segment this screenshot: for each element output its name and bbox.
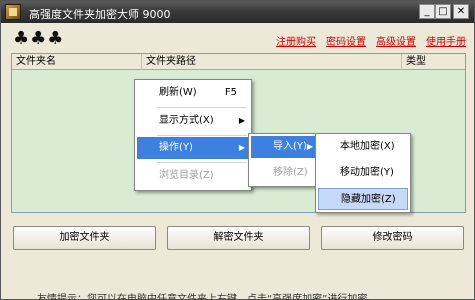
menu-item-hidden-encrypt-label: 隐藏加密(Z): [341, 194, 396, 205]
menu-item-refresh[interactable]: 刷新(W) F5: [137, 82, 249, 104]
menu-item-display-mode-label: 显示方式(X): [159, 115, 214, 126]
column-folder-name[interactable]: 文件夹名: [12, 54, 142, 70]
menu-item-mobile-encrypt-label: 移动加密(Y): [340, 167, 394, 178]
column-type[interactable]: 类型: [402, 54, 465, 70]
toolbar: ♣♣♣ 注册购买 密码设置 高级设置 使用手册: [1, 23, 474, 53]
menu-item-operation-label: 操作(Y): [159, 142, 193, 153]
import-submenu: 本地加密(X) 移动加密(Y) 隐藏加密(Z): [315, 133, 411, 213]
user-manual-link[interactable]: 使用手册: [426, 33, 466, 48]
menu-item-local-encrypt-label: 本地加密(X): [340, 141, 395, 152]
menu-separator: [157, 162, 247, 163]
menu-item-import[interactable]: 导入(Y) ▶: [251, 136, 317, 158]
menu-item-import-label: 导入(Y): [273, 141, 307, 152]
advanced-settings-link[interactable]: 高级设置: [376, 33, 416, 48]
app-window: 高强度文件夹加密大师 9000 _ □ ✕ ♣♣♣ 注册购买 密码设置 高级设置…: [0, 0, 475, 300]
operation-submenu: 导入(Y) ▶ 移除(Z): [248, 133, 320, 187]
close-button[interactable]: ✕: [453, 4, 469, 19]
decrypt-folder-button[interactable]: 解密文件夹: [167, 226, 310, 250]
menu-item-mobile-encrypt[interactable]: 移动加密(Y): [318, 162, 408, 184]
window-title: 高强度文件夹加密大师 9000: [29, 8, 171, 21]
app-logo-icon: [5, 4, 21, 20]
submenu-arrow-icon: ▶: [238, 143, 245, 152]
change-password-button[interactable]: 修改密码: [321, 226, 464, 250]
column-folder-path[interactable]: 文件夹路径: [142, 54, 402, 70]
maximize-button[interactable]: □: [435, 4, 451, 19]
menu-item-hidden-encrypt[interactable]: 隐藏加密(Z): [318, 188, 408, 210]
menu-item-browse-directory[interactable]: 浏览目录(Z): [137, 165, 249, 187]
submenu-arrow-icon: ▶: [238, 116, 245, 125]
title-bar[interactable]: 高强度文件夹加密大师 9000 _ □ ✕: [1, 1, 474, 23]
encrypt-folder-button[interactable]: 加密文件夹: [13, 226, 156, 250]
menu-item-local-encrypt[interactable]: 本地加密(X): [318, 136, 408, 158]
menu-item-remove[interactable]: 移除(Z): [251, 162, 317, 184]
club-suits-icon: ♣♣♣: [13, 28, 65, 49]
password-settings-link[interactable]: 密码设置: [326, 33, 366, 48]
list-header: 文件夹名 文件夹路径 类型: [12, 54, 465, 70]
minimize-button[interactable]: _: [419, 4, 435, 19]
menu-separator: [157, 107, 247, 108]
top-links: 注册购买 密码设置 高级设置 使用手册: [276, 33, 466, 48]
tip-text: 友情提示：您可以在电脑中任意文件夹上右键，点击“高强度加密”进行加密。: [37, 294, 378, 300]
menu-item-display-mode[interactable]: 显示方式(X) ▶: [137, 110, 249, 132]
menu-item-remove-label: 移除(Z): [273, 167, 308, 178]
menu-item-browse-directory-label: 浏览目录(Z): [159, 170, 214, 181]
menu-item-refresh-shortcut: F5: [224, 87, 237, 98]
menu-separator: [157, 135, 247, 136]
submenu-arrow-icon: ▶: [306, 142, 313, 151]
register-purchase-link[interactable]: 注册购买: [276, 33, 316, 48]
menu-item-operation[interactable]: 操作(Y) ▶: [137, 137, 249, 159]
context-menu: 刷新(W) F5 显示方式(X) ▶ 操作(Y) ▶ 浏览目录(Z): [134, 79, 252, 191]
menu-item-refresh-label: 刷新(W): [159, 87, 197, 98]
